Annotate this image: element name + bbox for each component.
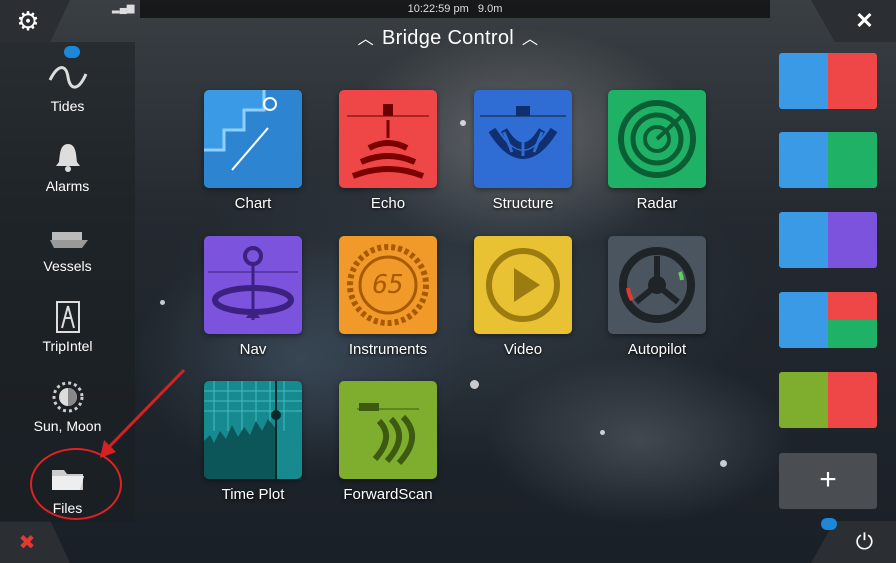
chart-icon	[779, 212, 828, 268]
combo-forwardscan-echo[interactable]	[779, 372, 877, 428]
echo-sounder-icon	[828, 53, 877, 109]
app-autopilot[interactable]: Autopilot	[608, 236, 706, 358]
structure-scan-icon	[474, 90, 572, 188]
radar-icon	[828, 132, 877, 188]
chart-icon	[779, 292, 828, 348]
app-chart[interactable]: Chart	[204, 90, 302, 212]
combo-chart-nav[interactable]	[779, 212, 877, 268]
combo-chart-echo[interactable]	[779, 53, 877, 109]
app-echo[interactable]: Echo	[339, 90, 437, 212]
radar-icon	[608, 90, 706, 188]
chart-icon	[204, 90, 302, 188]
app-structure[interactable]: Structure	[474, 90, 572, 212]
forwardscan-icon	[339, 381, 437, 479]
split-page-panel: +	[771, 42, 896, 530]
play-icon	[474, 236, 572, 334]
app-radar[interactable]: Radar	[608, 90, 706, 212]
app-time-plot[interactable]: Time Plot	[204, 381, 302, 503]
gauge-value: 65	[372, 270, 404, 300]
plus-icon: +	[819, 463, 837, 496]
echo-sounder-icon	[828, 372, 877, 428]
gauge-icon: 65	[339, 236, 437, 334]
combo-chart-echo-radar[interactable]	[779, 292, 877, 348]
app-instruments[interactable]: 65 Instruments	[339, 236, 437, 358]
app-nav[interactable]: Nav	[204, 236, 302, 358]
forwardscan-icon	[779, 372, 828, 428]
steering-wheel-icon	[608, 236, 706, 334]
echo-radar-icon	[828, 292, 877, 348]
time-plot-icon	[204, 381, 302, 479]
annotation-arrow	[100, 368, 186, 458]
annotation-circle	[30, 448, 122, 520]
app-forwardscan[interactable]: ForwardScan	[339, 381, 437, 503]
echo-sounder-icon	[339, 90, 437, 188]
nav-icon	[828, 212, 877, 268]
scroll-down-indicator[interactable]	[821, 518, 837, 530]
combo-chart-radar[interactable]	[779, 132, 877, 188]
add-page-button[interactable]: +	[779, 453, 877, 509]
app-video[interactable]: Video	[474, 236, 572, 358]
chart-icon	[779, 132, 828, 188]
chart-icon	[779, 53, 828, 109]
nav-icon	[204, 236, 302, 334]
